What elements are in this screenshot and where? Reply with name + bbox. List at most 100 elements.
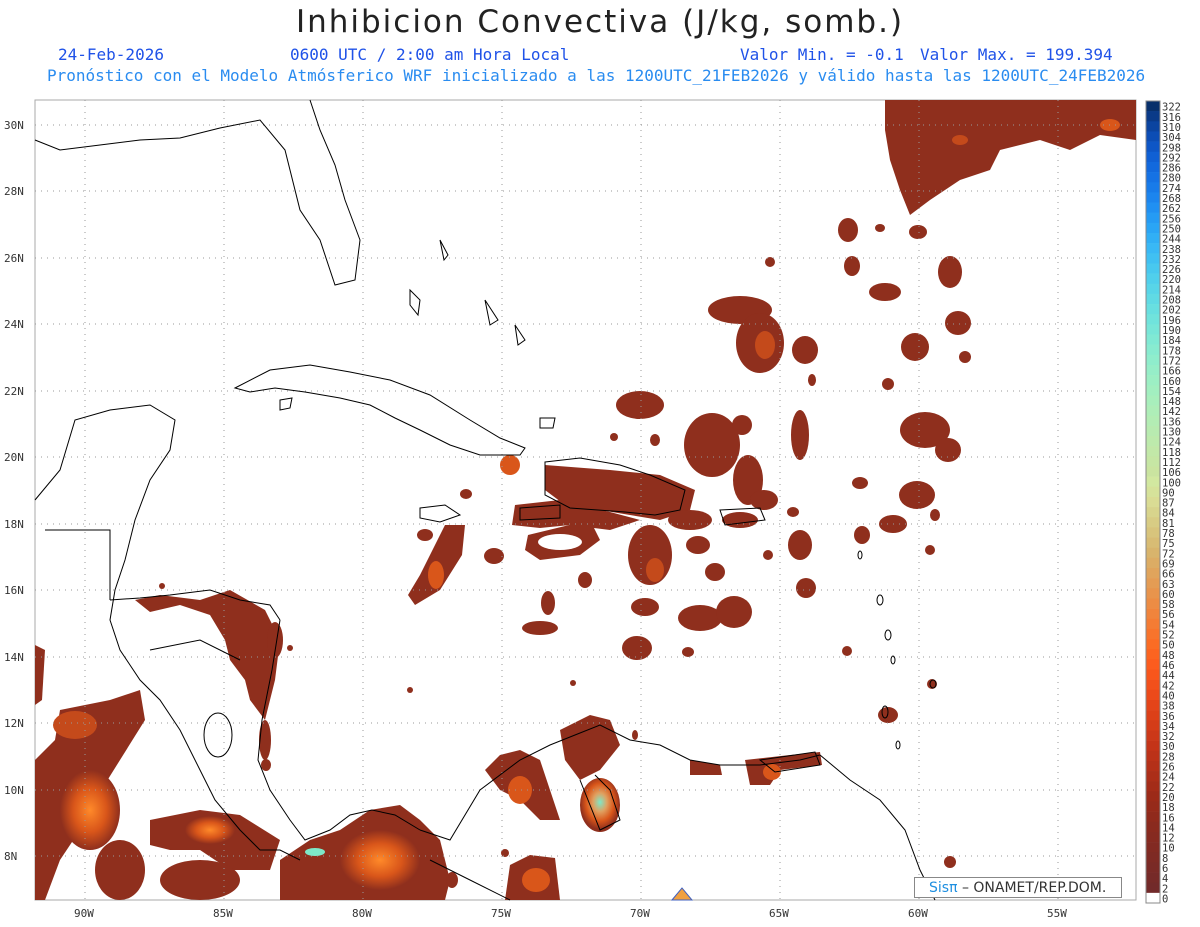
lon-label: 65W <box>769 907 789 920</box>
colorbar-swatch <box>1146 882 1160 894</box>
colorbar-swatch <box>1146 760 1160 772</box>
colorbar: 3223163103042982922862802742682622562502… <box>1145 100 1181 906</box>
colorbar-swatch <box>1146 344 1160 356</box>
colorbar-swatch <box>1146 862 1160 873</box>
colorbar-swatch <box>1146 679 1160 691</box>
colorbar-swatch <box>1146 141 1160 153</box>
colorbar-swatch <box>1146 689 1160 701</box>
lon-label: 55W <box>1047 907 1067 920</box>
colorbar-swatch <box>1146 659 1160 670</box>
colorbar-swatch <box>1146 161 1160 173</box>
colorbar-swatch <box>1146 831 1160 843</box>
colorbar-swatch <box>1146 324 1160 335</box>
colorbar-swatch <box>1146 801 1160 812</box>
colorbar-swatch <box>1146 598 1160 609</box>
lat-label: 14N <box>4 651 24 664</box>
credit-logo: Sisπ <box>929 880 958 896</box>
colorbar-swatch <box>1146 557 1160 569</box>
lat-label: 16N <box>4 584 24 597</box>
colorbar-swatch <box>1146 527 1160 538</box>
colorbar-swatch <box>1146 456 1160 467</box>
colorbar-swatch <box>1146 608 1160 620</box>
colorbar-swatch <box>1146 710 1160 721</box>
colorbar-swatch <box>1146 507 1160 518</box>
colorbar-swatch <box>1146 151 1160 163</box>
colorbar-swatch <box>1146 740 1160 752</box>
lat-label: 20N <box>4 451 24 464</box>
colorbar-swatch <box>1146 232 1160 244</box>
colorbar-swatch <box>1146 872 1160 883</box>
lat-label: 22N <box>4 385 24 398</box>
colorbar-swatch <box>1146 771 1160 782</box>
colorbar-swatch <box>1146 639 1160 650</box>
colorbar-swatch <box>1146 222 1160 234</box>
lon-label: 70W <box>630 907 650 920</box>
colorbar-swatch <box>1146 273 1160 285</box>
colorbar-swatch <box>1146 567 1160 579</box>
colorbar-swatch <box>1146 436 1160 447</box>
credit-org: – ONAMET/REP.DOM. <box>957 880 1107 896</box>
colorbar-swatch <box>1146 750 1160 762</box>
colorbar-swatch <box>1146 314 1160 325</box>
colorbar-swatch <box>1146 496 1160 508</box>
lat-label: 30N <box>4 119 24 132</box>
colorbar-swatch <box>1146 212 1160 224</box>
colorbar-swatch <box>1146 791 1160 802</box>
colorbar-swatch <box>1146 649 1160 660</box>
colorbar-swatch <box>1146 334 1160 345</box>
colorbar-swatch <box>1146 578 1160 589</box>
colorbar-swatch <box>1146 781 1160 792</box>
colorbar-swatch <box>1146 517 1160 528</box>
lat-label: 18N <box>4 518 24 531</box>
lat-label: 24N <box>4 318 24 331</box>
colorbar-swatch <box>1146 293 1160 305</box>
lon-label: 75W <box>491 907 511 920</box>
colorbar-swatch <box>1146 202 1160 213</box>
lon-label: 80W <box>352 907 372 920</box>
colorbar-swatch <box>1146 588 1160 599</box>
colorbar-swatch <box>1146 446 1160 457</box>
colorbar-swatch <box>1146 669 1160 680</box>
colorbar-label: 0 <box>1162 894 1168 906</box>
colorbar-swatch <box>1146 618 1160 630</box>
colorbar-swatch <box>1146 821 1160 833</box>
lon-label: 60W <box>908 907 928 920</box>
colorbar-swatch <box>1146 466 1160 477</box>
colorbar-swatch <box>1146 720 1160 731</box>
colorbar-swatch <box>1146 354 1160 366</box>
credit-box: Sisπ – ONAMET/REP.DOM. <box>914 877 1122 898</box>
lat-label: 12N <box>4 717 24 730</box>
colorbar-swatch <box>1146 253 1160 264</box>
colorbar-swatch <box>1146 182 1160 193</box>
colorbar-swatch <box>1146 304 1160 315</box>
lat-label: 8N <box>4 850 17 863</box>
colorbar-swatch <box>1146 425 1160 437</box>
colorbar-swatch <box>1146 892 1160 904</box>
colorbar-swatch <box>1146 111 1160 122</box>
colorbar-swatch <box>1146 852 1160 863</box>
colorbar-swatch <box>1146 486 1160 498</box>
colorbar-swatch <box>1146 476 1160 488</box>
colorbar-swatch <box>1146 283 1160 295</box>
colorbar-swatch <box>1146 364 1160 376</box>
forecast-map: 30N 28N 26N 24N 22N 20N 18N 16N 14N 12N … <box>4 99 1181 920</box>
colorbar-swatch <box>1146 811 1160 823</box>
colorbar-swatch <box>1146 385 1160 396</box>
colorbar-swatch <box>1146 101 1160 112</box>
lat-label: 26N <box>4 252 24 265</box>
lon-label: 90W <box>74 907 94 920</box>
colorbar-swatch <box>1146 192 1160 203</box>
colorbar-swatch <box>1146 842 1160 853</box>
colorbar-swatch <box>1146 547 1160 559</box>
colorbar-swatch <box>1146 699 1160 711</box>
lon-label: 85W <box>213 907 233 920</box>
colorbar-swatch <box>1146 243 1160 254</box>
colorbar-swatch <box>1146 172 1160 183</box>
colorbar-swatch <box>1146 405 1160 417</box>
colorbar-swatch <box>1146 628 1160 640</box>
lat-label: 28N <box>4 185 24 198</box>
colorbar-swatch <box>1146 537 1160 548</box>
colorbar-swatch <box>1146 395 1160 406</box>
colorbar-swatch <box>1146 730 1160 741</box>
colorbar-swatch <box>1146 131 1160 142</box>
